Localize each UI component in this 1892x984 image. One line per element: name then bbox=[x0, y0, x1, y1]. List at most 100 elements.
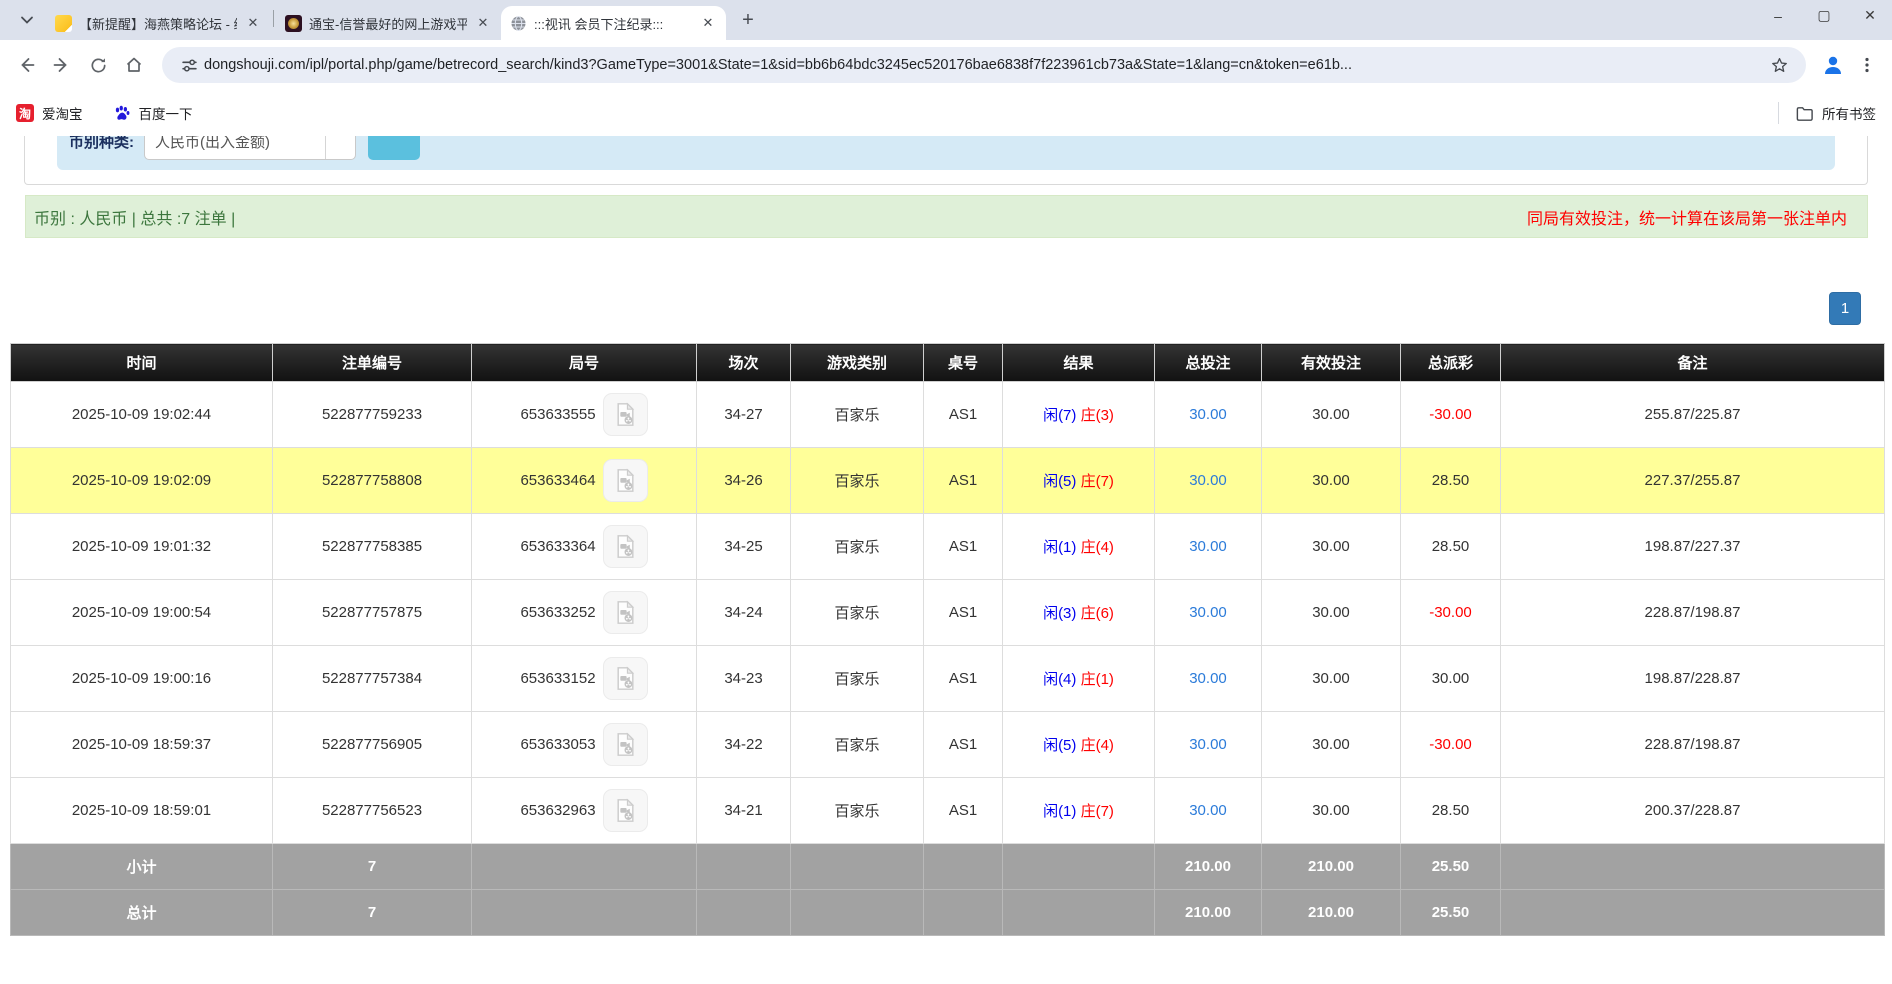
video-replay-icon bbox=[612, 401, 639, 428]
kebab-menu-icon bbox=[1858, 56, 1876, 74]
cell-result: 闲(5) 庄(4) bbox=[1003, 712, 1155, 778]
tab-tongbao[interactable]: 通宝-信誉最好的网上游戏平台 ✕ bbox=[276, 6, 501, 40]
currency-select[interactable]: 人民币(出入金额) bbox=[144, 136, 356, 160]
cell-session: 34-22 bbox=[697, 712, 791, 778]
cell-table: AS1 bbox=[924, 646, 1003, 712]
cell-result: 闲(1) 庄(4) bbox=[1003, 514, 1155, 580]
video-replay-icon bbox=[612, 731, 639, 758]
footer-total-bet: 210.00 bbox=[1155, 890, 1262, 936]
cell-game-type: 百家乐 bbox=[791, 580, 924, 646]
maximize-button[interactable]: ▢ bbox=[1816, 7, 1832, 24]
total-bet-link[interactable]: 30.00 bbox=[1189, 472, 1227, 489]
bookmarks-divider bbox=[1778, 102, 1779, 124]
cell-bet-id: 522877757384 bbox=[273, 646, 472, 712]
cell-total-bet: 30.00 bbox=[1155, 712, 1262, 778]
column-header: 总派彩 bbox=[1401, 344, 1501, 382]
cell-bet-id: 522877758808 bbox=[273, 448, 472, 514]
cell-time: 2025-10-09 18:59:37 bbox=[11, 712, 273, 778]
total-bet-link[interactable]: 30.00 bbox=[1189, 670, 1227, 687]
total-bet-link[interactable]: 30.00 bbox=[1189, 736, 1227, 753]
minimize-button[interactable]: – bbox=[1770, 8, 1786, 24]
forward-arrow-icon bbox=[52, 55, 72, 75]
cell-table: AS1 bbox=[924, 382, 1003, 448]
cell-table: AS1 bbox=[924, 712, 1003, 778]
footer-payout: 25.50 bbox=[1401, 890, 1501, 936]
browser-menu-button[interactable] bbox=[1852, 50, 1882, 80]
table-footer: 小计 7 210.00 210.00 25.50 总计 7 210.00 210… bbox=[11, 844, 1885, 936]
video-replay-button[interactable] bbox=[603, 459, 648, 502]
video-replay-button[interactable] bbox=[603, 657, 648, 700]
total-bet-link[interactable]: 30.00 bbox=[1189, 802, 1227, 819]
banker-result: 庄(7) bbox=[1081, 473, 1114, 490]
cell-bet-id: 522877756905 bbox=[273, 712, 472, 778]
bookmark-baidu[interactable]: 百度一下 bbox=[113, 103, 193, 123]
tab-close-icon[interactable]: ✕ bbox=[699, 14, 717, 32]
tab-bet-record[interactable]: :::视讯 会员下注纪录::: ✕ bbox=[501, 6, 726, 40]
bet-row: 2025-10-09 19:01:32 522877758385 6536333… bbox=[11, 514, 1885, 580]
video-replay-button[interactable] bbox=[603, 789, 648, 832]
bet-row: 2025-10-09 19:00:16 522877757384 6536331… bbox=[11, 646, 1885, 712]
close-window-button[interactable]: ✕ bbox=[1862, 7, 1878, 24]
forward-button[interactable] bbox=[46, 49, 78, 81]
profile-button[interactable] bbox=[1818, 50, 1848, 80]
tab-strip: 【新提醒】海燕策略论坛 - 综合 ✕ 通宝-信誉最好的网上游戏平台 ✕ :::视… bbox=[0, 0, 1892, 40]
search-submit-button[interactable] bbox=[368, 136, 420, 160]
address-bar[interactable]: dongshouji.com/ipl/portal.php/game/betre… bbox=[162, 47, 1806, 83]
search-form-panel: 币别种类: 人民币(出入金额) bbox=[24, 136, 1868, 185]
video-replay-button[interactable] bbox=[603, 723, 648, 766]
bookmark-aitaobao[interactable]: 淘 爱淘宝 bbox=[16, 103, 83, 123]
cell-game-type: 百家乐 bbox=[791, 712, 924, 778]
banker-result: 庄(4) bbox=[1081, 737, 1114, 754]
reload-button[interactable] bbox=[82, 49, 114, 81]
player-result: 闲(4) bbox=[1043, 671, 1076, 688]
bet-record-table: 时间注单编号局号场次游戏类别桌号结果总投注有效投注总派彩备注 2025-10-0… bbox=[10, 343, 1885, 936]
cell-round: 653632963 bbox=[472, 778, 697, 844]
column-header: 总投注 bbox=[1155, 344, 1262, 382]
cell-total-bet: 30.00 bbox=[1155, 382, 1262, 448]
cell-game-type: 百家乐 bbox=[791, 514, 924, 580]
video-replay-button[interactable] bbox=[603, 393, 648, 436]
bet-row: 2025-10-09 18:59:37 522877756905 6536330… bbox=[11, 712, 1885, 778]
table-header: 时间注单编号局号场次游戏类别桌号结果总投注有效投注总派彩备注 bbox=[11, 344, 1885, 382]
tab-search-button[interactable] bbox=[12, 5, 42, 35]
site-info-button[interactable] bbox=[174, 50, 204, 80]
round-number: 653632963 bbox=[520, 802, 595, 819]
new-tab-button[interactable]: + bbox=[735, 7, 761, 33]
total-bet-link[interactable]: 30.00 bbox=[1189, 604, 1227, 621]
summary-bar: 币别 : 人民币 | 总共 :7 注单 | 同局有效投注，统一计算在该局第一张注… bbox=[25, 195, 1868, 238]
bet-record-page: 币别种类: 人民币(出入金额) 币别 : 人民币 | 总共 :7 注单 | 同局… bbox=[0, 136, 1892, 984]
all-bookmarks-button[interactable]: 所有书签 bbox=[1795, 103, 1876, 123]
total-bet-link[interactable]: 30.00 bbox=[1189, 406, 1227, 423]
cell-result: 闲(1) 庄(7) bbox=[1003, 778, 1155, 844]
cell-payout: 28.50 bbox=[1401, 778, 1501, 844]
home-button[interactable] bbox=[118, 49, 150, 81]
cell-game-type: 百家乐 bbox=[791, 448, 924, 514]
video-replay-button[interactable] bbox=[603, 591, 648, 634]
round-number: 653633464 bbox=[520, 472, 595, 489]
window-controls: – ▢ ✕ bbox=[1770, 7, 1878, 24]
currency-total-summary: 币别 : 人民币 | 总共 :7 注单 | bbox=[34, 205, 235, 229]
cell-valid-bet: 30.00 bbox=[1262, 712, 1401, 778]
tab-close-icon[interactable]: ✕ bbox=[474, 14, 492, 32]
taobao-icon: 淘 bbox=[16, 104, 34, 122]
video-replay-button[interactable] bbox=[603, 525, 648, 568]
browser-toolbar: dongshouji.com/ipl/portal.php/game/betre… bbox=[0, 40, 1892, 90]
cell-time: 2025-10-09 19:02:09 bbox=[11, 448, 273, 514]
tab-close-icon[interactable]: ✕ bbox=[244, 14, 262, 32]
page-1-button[interactable]: 1 bbox=[1829, 292, 1861, 325]
tab-forum[interactable]: 【新提醒】海燕策略论坛 - 综合 ✕ bbox=[46, 6, 271, 40]
cell-result: 闲(3) 庄(6) bbox=[1003, 580, 1155, 646]
back-button[interactable] bbox=[10, 49, 42, 81]
browser-window: 【新提醒】海燕策略论坛 - 综合 ✕ 通宝-信誉最好的网上游戏平台 ✕ :::视… bbox=[0, 0, 1892, 984]
total-bet-link[interactable]: 30.00 bbox=[1189, 538, 1227, 555]
cell-valid-bet: 30.00 bbox=[1262, 646, 1401, 712]
cell-round: 653633555 bbox=[472, 382, 697, 448]
player-result: 闲(5) bbox=[1043, 737, 1076, 754]
same-round-notice: 同局有效投注，统一计算在该局第一张注单内 bbox=[1527, 205, 1847, 229]
column-header: 有效投注 bbox=[1262, 344, 1401, 382]
bookmark-star-button[interactable] bbox=[1764, 50, 1794, 80]
url-text[interactable]: dongshouji.com/ipl/portal.php/game/betre… bbox=[204, 57, 1764, 73]
player-result: 闲(7) bbox=[1043, 407, 1076, 424]
column-header: 备注 bbox=[1501, 344, 1885, 382]
currency-select-value: 人民币(出入金额) bbox=[145, 136, 325, 152]
